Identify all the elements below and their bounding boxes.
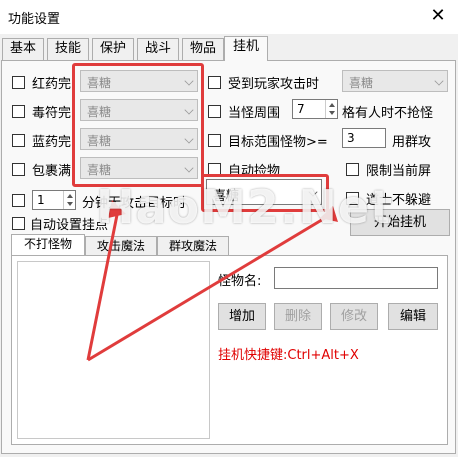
tab-auto-hunt[interactable]: 挂机 (224, 36, 268, 61)
arrow-line-right (87, 213, 331, 362)
settings-window: 功能设置 ✕ 基本 技能 保护 战斗 物品 挂机 红药完 喜糖 毒符完 喜糖 蓝… (0, 0, 458, 457)
watermark-text: HaoM2.Net (96, 180, 394, 234)
